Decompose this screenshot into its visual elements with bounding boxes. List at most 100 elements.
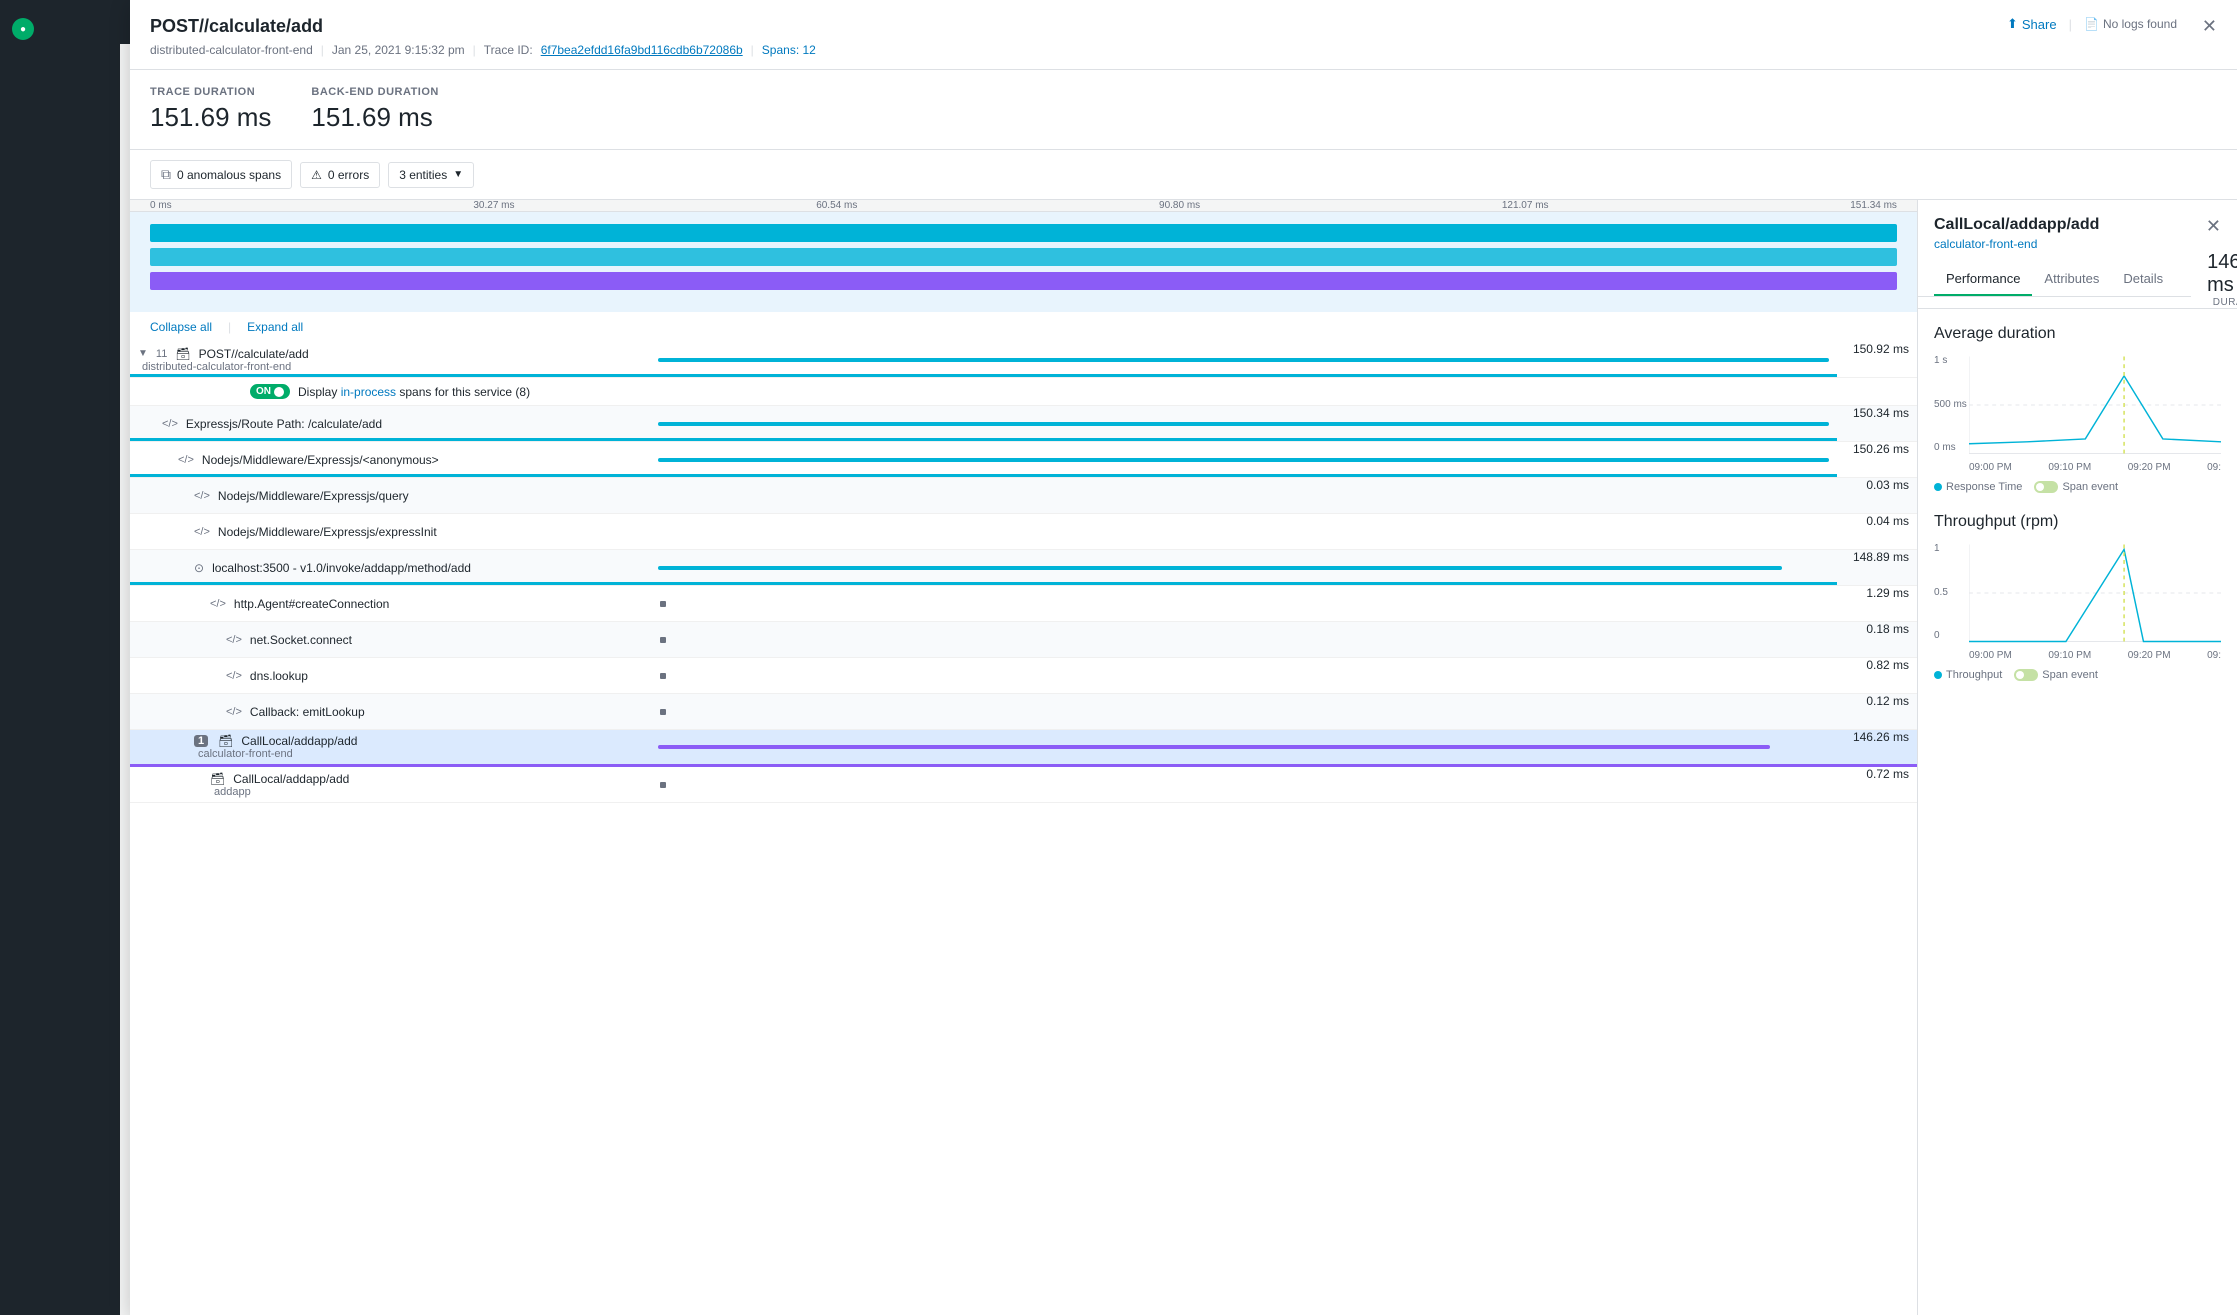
rp-service-link[interactable]: calculator-front-end	[1934, 237, 2037, 251]
span-meta: </> Nodejs/Middleware/Expressjs/expressI…	[130, 514, 650, 549]
span-name-line: </> dns.lookup	[226, 669, 642, 683]
span-row[interactable]: 🗃 CallLocal/addapp/add addapp 0.72 ms	[130, 767, 1917, 803]
throughput-x-axis: 09:00 PM 09:10 PM 09:20 PM 09:	[1969, 650, 2221, 661]
anomalous-button[interactable]: ⧉ 0 anomalous spans	[150, 160, 292, 189]
spans-link[interactable]: Spans: 12	[762, 44, 816, 57]
span-row[interactable]: </> Nodejs/Middleware/Expressjs/expressI…	[130, 514, 1917, 550]
span-row[interactable]: </> Nodejs/Middleware/Expressjs/<anonymo…	[130, 442, 1917, 478]
span-meta: ⊙ localhost:3500 - v1.0/invoke/addapp/me…	[130, 550, 650, 585]
rp-tabs: Performance Attributes Details	[1918, 263, 2191, 297]
throughput-chart: Throughput (rpm) 1 0.5 0	[1934, 513, 2221, 681]
span-meta: </> Nodejs/Middleware/Expressjs/query	[130, 478, 650, 513]
span-row[interactable]: </> Callback: emitLookup 0.12 ms	[130, 694, 1917, 730]
avg-duration-chart: Average duration 1 s 500 ms 0 ms	[1934, 325, 2221, 493]
span-name: dns.lookup	[250, 669, 308, 683]
trace-id-label: Trace ID:	[484, 44, 533, 57]
throughput-legend: Throughput Span event	[1934, 669, 2221, 681]
span-name-line: 1 🗃 CallLocal/addapp/add	[194, 734, 642, 748]
response-time-legend: Response Time	[1934, 481, 2022, 493]
toggle-label: ON	[256, 386, 271, 397]
span-name: CallLocal/addapp/add	[241, 734, 357, 748]
span-name: Nodejs/Middleware/Expressjs/query	[218, 489, 409, 503]
bar-container	[650, 730, 1837, 764]
rp-close-button[interactable]: ✕	[2206, 216, 2221, 237]
waterfall-container: 0 ms 30.27 ms 60.54 ms 90.80 ms 121.07 m…	[130, 200, 2237, 1315]
span-row[interactable]: </> dns.lookup 0.82 ms	[130, 658, 1917, 694]
x-label: 09:10 PM	[2048, 650, 2091, 661]
x-label: 09:00 PM	[1969, 462, 2012, 473]
bar-container	[650, 550, 1837, 585]
toggle-on[interactable]: ON	[250, 384, 290, 399]
span-duration: 0.18 ms	[1837, 622, 1917, 657]
main-content: 🔍 Find trace Trace duration ≥ 0.00 ms	[120, 0, 2237, 1315]
span-marker	[660, 673, 666, 679]
x-label: 09:10 PM	[2048, 462, 2091, 473]
span-name: net.Socket.connect	[250, 633, 352, 647]
collapse-all-link[interactable]: Collapse all	[150, 320, 212, 334]
avg-y-axis: 1 s 500 ms 0 ms	[1934, 355, 1967, 453]
code-icon: </>	[226, 670, 242, 682]
expand-all-link[interactable]: Expand all	[247, 320, 303, 334]
errors-button[interactable]: ⚠ 0 errors	[300, 162, 380, 188]
span-name-line: </> http.Agent#createConnection	[210, 597, 642, 611]
y-label-500ms: 500 ms	[1934, 399, 1967, 410]
external-icon: ⊙	[194, 561, 204, 575]
x-label: 09:20 PM	[2128, 650, 2171, 661]
timeline-ticks: 0 ms 30.27 ms 60.54 ms 90.80 ms 121.07 m…	[130, 200, 1917, 212]
span-duration: 146.26 ms	[1837, 730, 1917, 764]
avg-x-axis: 09:00 PM 09:10 PM 09:20 PM 09:	[1969, 462, 2221, 473]
y-label-0: 0	[1934, 630, 1948, 641]
span-service: calculator-front-end	[194, 748, 642, 760]
code-icon: </>	[226, 634, 242, 646]
span-event-label-2: Span event	[2042, 669, 2098, 681]
span-row[interactable]: </> Expressjs/Route Path: /calculate/add…	[130, 406, 1917, 442]
span-row[interactable]: ▼ 11 🗃 POST//calculate/add distributed-c…	[130, 342, 1917, 378]
span-event-toggle-2[interactable]	[2014, 669, 2038, 681]
entities-button[interactable]: 3 entities ▼	[388, 162, 474, 188]
trace-id-link[interactable]: 6f7bea2efdd16fa9bd116cdb6b72086b	[541, 44, 743, 57]
rp-tab-performance[interactable]: Performance	[1934, 263, 2032, 296]
bar-container	[650, 658, 1837, 693]
span-event-label: Span event	[2062, 481, 2118, 493]
throughput-dot	[1934, 671, 1942, 679]
span-name: localhost:3500 - v1.0/invoke/addapp/meth…	[212, 561, 471, 575]
expand-toggle[interactable]: ▼	[138, 348, 148, 359]
span-name: Nodejs/Middleware/Expressjs/expressInit	[218, 525, 437, 539]
bar-container	[650, 406, 1837, 441]
y-label-1s: 1 s	[1934, 355, 1967, 366]
span-duration: 0.12 ms	[1837, 694, 1917, 729]
span-duration: 0.03 ms	[1837, 478, 1917, 513]
y-label-05: 0.5	[1934, 587, 1948, 598]
chevron-down-icon: ▼	[453, 169, 463, 180]
bar-container	[650, 342, 1837, 377]
span-service: addapp	[210, 786, 642, 798]
span-duration: 0.72 ms	[1837, 767, 1917, 802]
span-row[interactable]: 1 🗃 CallLocal/addapp/add calculator-fron…	[130, 730, 1917, 767]
rp-duration-value: 146.26 ms	[2207, 251, 2237, 297]
rp-tab-details[interactable]: Details	[2111, 263, 2175, 296]
span-meta: </> Expressjs/Route Path: /calculate/add	[130, 406, 650, 441]
throughput-label: Throughput	[1946, 669, 2002, 681]
span-name: Expressjs/Route Path: /calculate/add	[186, 417, 382, 431]
span-duration: 148.89 ms	[1837, 550, 1917, 585]
span-event-legend-avg: Span event	[2034, 481, 2118, 493]
span-meta: </> Nodejs/Middleware/Expressjs/<anonymo…	[130, 442, 650, 477]
throughput-title: Throughput (rpm)	[1934, 513, 2221, 531]
span-event-toggle[interactable]	[2034, 481, 2058, 493]
throughput-legend-item: Throughput	[1934, 669, 2002, 681]
anomalous-icon: ⧉	[161, 166, 171, 183]
bar-container	[650, 442, 1837, 477]
code-icon: </>	[194, 490, 210, 502]
rp-tab-attributes[interactable]: Attributes	[2032, 263, 2111, 296]
span-name-line: </> Nodejs/Middleware/Expressjs/expressI…	[194, 525, 642, 539]
span-marker	[660, 782, 666, 788]
span-row[interactable]: ⊙ localhost:3500 - v1.0/invoke/addapp/me…	[130, 550, 1917, 586]
span-row[interactable]: </> net.Socket.connect 0.18 ms	[130, 622, 1917, 658]
span-name-line: </> Nodejs/Middleware/Expressjs/<anonymo…	[178, 453, 642, 467]
span-row[interactable]: </> Nodejs/Middleware/Expressjs/query 0.…	[130, 478, 1917, 514]
service-icon: 🗃	[210, 772, 225, 786]
span-row[interactable]: </> http.Agent#createConnection 1.29 ms	[130, 586, 1917, 622]
in-process-label: Display in-process spans for this servic…	[298, 385, 530, 399]
error-icon: ⚠	[311, 168, 322, 182]
span-meta: 1 🗃 CallLocal/addapp/add calculator-fron…	[130, 730, 650, 764]
